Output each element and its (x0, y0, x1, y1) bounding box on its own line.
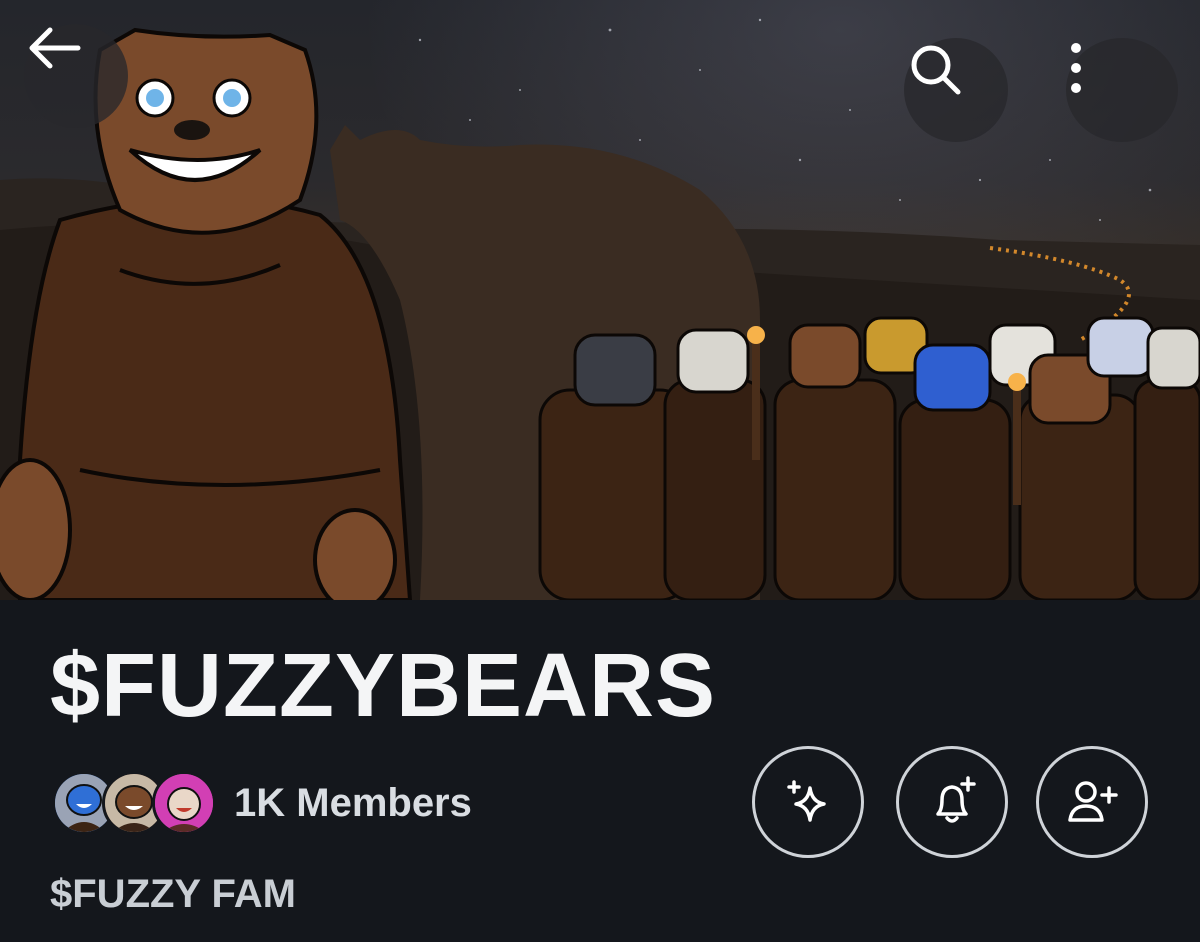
more-vertical-icon (1071, 43, 1081, 93)
community-name: $FUZZYBEARS (50, 636, 717, 736)
fuzzy-bears-caravan-illustration (0, 18, 1200, 600)
community-description: $FUZZY FAM (50, 872, 296, 916)
join-community-button[interactable] (1036, 746, 1148, 858)
pink-bear-avatar-icon (155, 774, 213, 832)
members-count[interactable]: 1K Members (234, 781, 472, 826)
member-avatar (152, 771, 216, 835)
arrow-left-icon (29, 27, 81, 69)
community-info: $FUZZYBEARS 1K Members $FUZZY FAM (0, 600, 1200, 942)
sparkle-icon (787, 780, 826, 822)
community-page: $FUZZYBEARS 1K Members $FUZZY FAM (0, 0, 1200, 942)
members-summary[interactable]: 1K Members (52, 766, 472, 840)
notification-bell-button[interactable] (896, 746, 1008, 858)
search-button[interactable] (904, 38, 1008, 142)
sparkle-button[interactable] (752, 746, 864, 858)
bell-plus-icon (936, 776, 976, 823)
search-icon (911, 45, 961, 95)
back-button[interactable] (24, 24, 128, 128)
person-plus-icon (1068, 781, 1118, 822)
community-banner-image (0, 0, 1200, 600)
more-options-button[interactable] (1066, 38, 1178, 142)
